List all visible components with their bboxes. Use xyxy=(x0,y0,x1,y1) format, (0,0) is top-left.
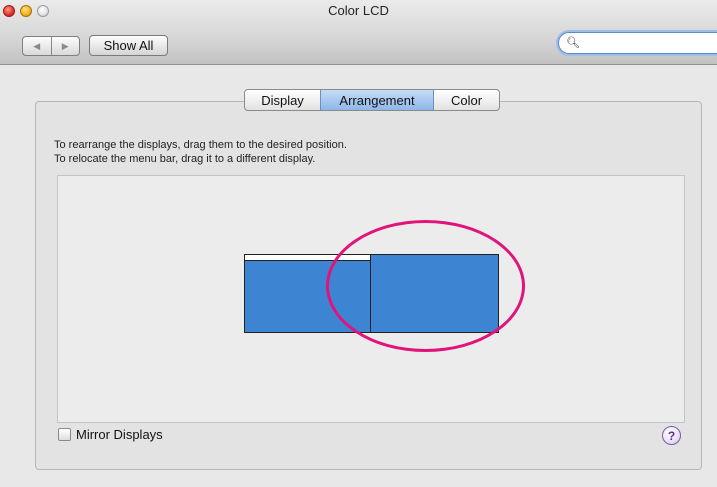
window-toolbar: Color LCD ◀ ▶ Show All 🔍︎ xyxy=(0,0,717,65)
instruction-line-rearrange: To rearrange the displays, drag them to … xyxy=(54,139,347,151)
search-field[interactable]: 🔍︎ xyxy=(558,32,717,54)
back-forward-control: ◀ ▶ xyxy=(22,36,80,56)
show-all-button[interactable]: Show All xyxy=(89,35,168,56)
help-button[interactable]: ? xyxy=(662,426,681,445)
triangle-right-icon: ▶ xyxy=(61,40,69,51)
mirror-displays-option[interactable]: Mirror Displays xyxy=(58,427,163,442)
menu-bar-handle[interactable] xyxy=(245,255,370,261)
magnifier-icon: 🔍︎ xyxy=(566,37,580,49)
triangle-left-icon: ◀ xyxy=(33,40,41,51)
forward-button[interactable]: ▶ xyxy=(52,37,80,55)
tab-bar: Display Arrangement Color xyxy=(244,89,500,111)
window-title: Color LCD xyxy=(328,3,389,18)
back-button[interactable]: ◀ xyxy=(23,37,52,55)
secondary-display[interactable] xyxy=(370,254,499,333)
tab-display[interactable]: Display xyxy=(245,90,320,110)
tab-color[interactable]: Color xyxy=(434,90,499,110)
instruction-line-menubar: To relocate the menu bar, drag it to a d… xyxy=(54,153,316,165)
mirror-displays-label: Mirror Displays xyxy=(76,427,163,442)
instructions-text: To rearrange the displays, drag them to … xyxy=(54,138,347,166)
primary-display[interactable] xyxy=(244,254,371,333)
mirror-displays-checkbox[interactable] xyxy=(58,428,71,441)
tab-arrangement[interactable]: Arrangement xyxy=(320,90,434,110)
